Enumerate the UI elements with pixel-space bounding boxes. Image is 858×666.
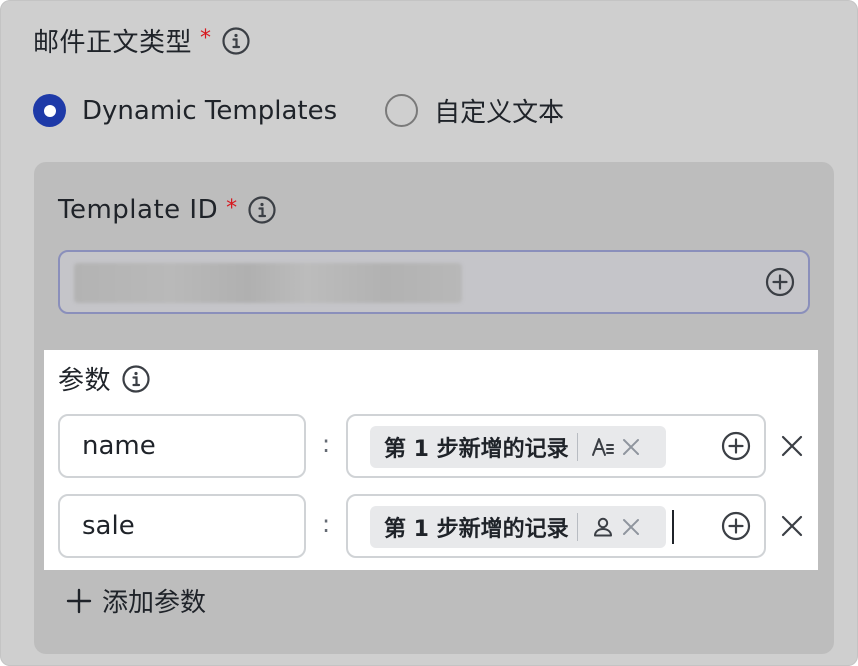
variable-chip[interactable]: 第 1 步新增的记录 <box>370 506 666 548</box>
chip-divider <box>576 433 578 461</box>
add-variable-icon[interactable] <box>720 430 752 462</box>
radio-label-custom-text[interactable]: 自定义文本 <box>434 92 564 129</box>
chip-divider <box>576 513 578 541</box>
email-body-type-label-row: 邮件正文类型 * <box>33 22 251 59</box>
params-label: 参数 <box>58 366 112 396</box>
info-icon[interactable] <box>247 195 277 225</box>
email-body-type-label: 邮件正文类型 <box>33 28 193 58</box>
template-id-label: Template ID <box>58 195 219 225</box>
param-value-input[interactable]: 第 1 步新增的记录 <box>346 414 766 478</box>
template-id-label-row: Template ID * <box>58 195 277 225</box>
redacted-value <box>74 263 462 303</box>
params-label-row: 参数 <box>58 360 151 397</box>
radio-checked-icon[interactable] <box>33 94 66 127</box>
add-variable-icon[interactable] <box>720 510 752 542</box>
radio-unchecked-icon[interactable] <box>385 94 419 127</box>
person-icon <box>593 517 612 537</box>
chip-label: 第 1 步新增的记录 <box>384 437 569 462</box>
param-value-input[interactable]: 第 1 步新增的记录 <box>346 494 766 558</box>
add-variable-icon[interactable] <box>764 266 796 298</box>
text-caret <box>672 510 674 544</box>
param-separator: : <box>322 430 331 458</box>
info-icon[interactable] <box>221 26 251 56</box>
chip-remove-icon[interactable] <box>620 516 642 538</box>
add-param-button[interactable]: 添加参数 <box>66 582 206 619</box>
info-icon[interactable] <box>121 364 151 394</box>
form-frame: 邮件正文类型 * Dynamic Templates 自定义文本 Templat… <box>0 0 858 666</box>
email-body-type-radio-group: Dynamic Templates 自定义文本 <box>33 92 564 129</box>
params-section: 参数 name : 第 1 步新增的记录 sale: 第 1 步新增的记录 <box>44 350 818 570</box>
chip-remove-icon[interactable] <box>620 436 642 458</box>
param-separator: : <box>322 510 331 538</box>
remove-row-icon[interactable] <box>778 512 806 540</box>
text-field-icon <box>591 438 614 456</box>
plus-icon <box>66 588 92 613</box>
radio-dynamic-templates[interactable]: Dynamic Templates <box>33 94 337 127</box>
radio-custom-text[interactable]: 自定义文本 <box>385 92 564 129</box>
remove-row-icon[interactable] <box>778 432 806 460</box>
template-id-input[interactable] <box>58 250 810 314</box>
chip-label: 第 1 步新增的记录 <box>384 517 569 542</box>
variable-chip[interactable]: 第 1 步新增的记录 <box>370 426 666 468</box>
add-param-label[interactable]: 添加参数 <box>102 582 206 619</box>
param-key-input[interactable]: sale <box>58 494 306 558</box>
radio-label-dynamic-templates[interactable]: Dynamic Templates <box>82 96 337 126</box>
required-star: * <box>226 195 238 221</box>
required-star: * <box>200 26 212 51</box>
param-key-input[interactable]: name <box>58 414 306 478</box>
